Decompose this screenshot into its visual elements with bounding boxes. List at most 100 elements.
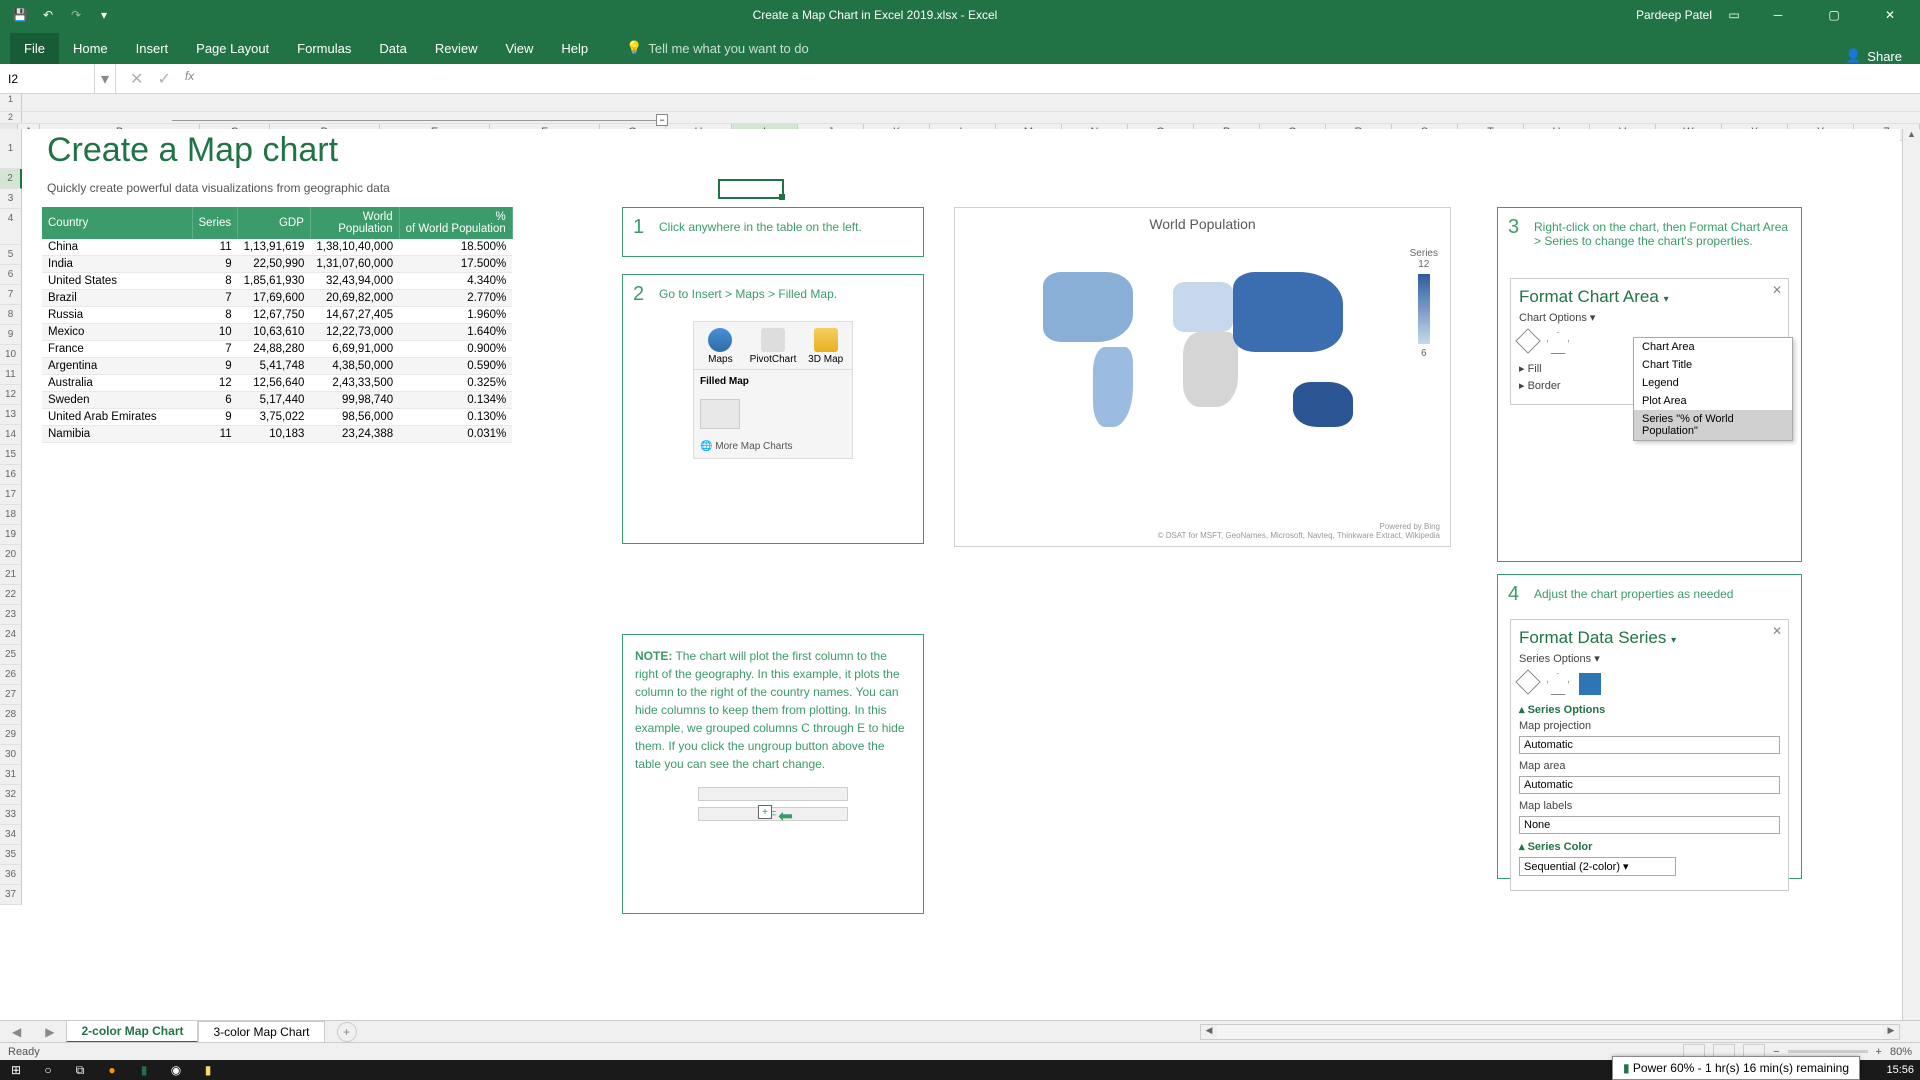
row-header-6[interactable]: 6 bbox=[0, 265, 22, 285]
row-header-36[interactable]: 36 bbox=[0, 865, 22, 885]
table-cell[interactable]: 7 bbox=[192, 341, 238, 358]
row-header-35[interactable]: 35 bbox=[0, 845, 22, 865]
row-header-13[interactable]: 13 bbox=[0, 405, 22, 425]
table-cell[interactable]: 0.130% bbox=[399, 409, 512, 426]
table-cell[interactable]: 10 bbox=[192, 324, 238, 341]
fx-icon[interactable]: fx bbox=[185, 69, 194, 89]
table-cell[interactable]: 10,183 bbox=[238, 426, 311, 443]
cancel-formula-icon[interactable]: ✕ bbox=[130, 69, 143, 89]
map-projection-select[interactable]: Automatic bbox=[1519, 736, 1780, 754]
table-row[interactable]: Sweden65,17,44099,98,7400.134% bbox=[42, 392, 512, 409]
dd-chart-title[interactable]: Chart Title bbox=[1634, 356, 1792, 374]
table-row[interactable]: Australia1212,56,6402,43,33,5000.325% bbox=[42, 375, 512, 392]
table-cell[interactable]: India bbox=[42, 256, 192, 273]
row-header-16[interactable]: 16 bbox=[0, 465, 22, 485]
tab-help[interactable]: Help bbox=[547, 33, 602, 64]
close-button[interactable]: ✕ bbox=[1868, 0, 1912, 29]
chrome-icon[interactable]: ◉ bbox=[166, 1062, 186, 1078]
row-header-29[interactable]: 29 bbox=[0, 725, 22, 745]
table-row[interactable]: Mexico1010,63,61012,22,73,0001.640% bbox=[42, 324, 512, 341]
table-cell[interactable]: 8 bbox=[192, 273, 238, 290]
table-cell[interactable]: 11 bbox=[192, 426, 238, 443]
series-effects-icon[interactable] bbox=[1547, 673, 1569, 695]
table-cell[interactable]: Australia bbox=[42, 375, 192, 392]
table-header[interactable]: WorldPopulation bbox=[310, 207, 399, 239]
map-labels-select[interactable]: None bbox=[1519, 816, 1780, 834]
table-cell[interactable]: 9 bbox=[192, 358, 238, 375]
undo-icon[interactable]: ↶ bbox=[38, 5, 58, 25]
table-cell[interactable]: 0.590% bbox=[399, 358, 512, 375]
table-cell[interactable]: 2.770% bbox=[399, 290, 512, 307]
table-cell[interactable]: 99,98,740 bbox=[310, 392, 399, 409]
row-header-28[interactable]: 28 bbox=[0, 705, 22, 725]
ribbon-options-icon[interactable]: ▭ bbox=[1724, 5, 1744, 25]
fill-line-icon[interactable] bbox=[1515, 328, 1540, 353]
format-area-close-icon[interactable]: ✕ bbox=[1772, 283, 1782, 297]
row-header-2[interactable]: 2 bbox=[0, 169, 22, 189]
row-header-8[interactable]: 8 bbox=[0, 305, 22, 325]
hscroll-left-icon[interactable]: ◀ bbox=[1201, 1025, 1217, 1039]
format-series-subtitle[interactable]: Series Options ▾ bbox=[1519, 652, 1780, 665]
tab-insert[interactable]: Insert bbox=[122, 33, 183, 64]
table-row[interactable]: Namibia1110,18323,24,3880.031% bbox=[42, 426, 512, 443]
tab-file[interactable]: File bbox=[10, 33, 59, 64]
row-header-23[interactable]: 23 bbox=[0, 605, 22, 625]
world-population-chart[interactable]: World Population Series 12 6 Powered by … bbox=[954, 207, 1451, 547]
sheet-nav-prev-icon[interactable]: ◀ bbox=[0, 1025, 33, 1039]
share-button[interactable]: 👤 Share bbox=[1845, 48, 1920, 64]
hscroll-right-icon[interactable]: ▶ bbox=[1883, 1025, 1899, 1039]
table-cell[interactable]: 0.134% bbox=[399, 392, 512, 409]
row-header-10[interactable]: 10 bbox=[0, 345, 22, 365]
sheet-nav-next-icon[interactable]: ▶ bbox=[33, 1025, 66, 1039]
table-cell[interactable]: 5,17,440 bbox=[238, 392, 311, 409]
table-cell[interactable]: 1,38,10,40,000 bbox=[310, 239, 399, 256]
table-row[interactable]: United States81,85,61,93032,43,94,0004.3… bbox=[42, 273, 512, 290]
row-header-12[interactable]: 12 bbox=[0, 385, 22, 405]
zoom-level[interactable]: 80% bbox=[1890, 1046, 1912, 1058]
table-cell[interactable]: 0.325% bbox=[399, 375, 512, 392]
table-cell[interactable]: Brazil bbox=[42, 290, 192, 307]
table-cell[interactable]: 22,50,990 bbox=[238, 256, 311, 273]
table-cell[interactable]: 1,13,91,619 bbox=[238, 239, 311, 256]
zoom-in-button[interactable]: + bbox=[1876, 1046, 1882, 1058]
table-cell[interactable]: 4.340% bbox=[399, 273, 512, 290]
row-header-25[interactable]: 25 bbox=[0, 645, 22, 665]
sheet-tab-3color[interactable]: 3-color Map Chart bbox=[198, 1021, 324, 1042]
table-cell[interactable]: Mexico bbox=[42, 324, 192, 341]
table-row[interactable]: China111,13,91,6191,38,10,40,00018.500% bbox=[42, 239, 512, 256]
table-header[interactable]: GDP bbox=[238, 207, 311, 239]
redo-icon[interactable]: ↷ bbox=[66, 5, 86, 25]
table-cell[interactable]: Namibia bbox=[42, 426, 192, 443]
series-color-select[interactable]: Sequential (2-color) ▾ bbox=[1519, 857, 1676, 876]
table-cell[interactable]: United States bbox=[42, 273, 192, 290]
scroll-up-icon[interactable]: ▲ bbox=[1903, 129, 1920, 145]
series-options-header[interactable]: ▴ Series Options bbox=[1519, 703, 1780, 716]
table-header[interactable]: Country bbox=[42, 207, 192, 239]
table-cell[interactable]: Sweden bbox=[42, 392, 192, 409]
table-cell[interactable]: 9 bbox=[192, 256, 238, 273]
formula-input[interactable] bbox=[208, 64, 1920, 93]
dd-chart-area[interactable]: Chart Area bbox=[1634, 338, 1792, 356]
explorer-icon[interactable]: ▮ bbox=[198, 1062, 218, 1078]
zoom-slider[interactable] bbox=[1788, 1050, 1868, 1053]
save-icon[interactable]: 💾 bbox=[10, 5, 30, 25]
row-header-20[interactable]: 20 bbox=[0, 545, 22, 565]
active-cell-indicator[interactable] bbox=[718, 179, 784, 199]
table-row[interactable]: United Arab Emirates93,75,02298,56,0000.… bbox=[42, 409, 512, 426]
format-series-close-icon[interactable]: ✕ bbox=[1772, 624, 1782, 638]
table-cell[interactable]: 32,43,94,000 bbox=[310, 273, 399, 290]
table-cell[interactable]: 2,43,33,500 bbox=[310, 375, 399, 392]
table-row[interactable]: Argentina95,41,7484,38,50,0000.590% bbox=[42, 358, 512, 375]
row-header-5[interactable]: 5 bbox=[0, 245, 22, 265]
row-header-19[interactable]: 19 bbox=[0, 525, 22, 545]
effects-icon[interactable] bbox=[1547, 332, 1569, 354]
row-header-33[interactable]: 33 bbox=[0, 805, 22, 825]
horizontal-scrollbar[interactable]: ◀ ▶ bbox=[1200, 1024, 1900, 1040]
row-header-37[interactable]: 37 bbox=[0, 885, 22, 905]
table-cell[interactable]: 24,88,280 bbox=[238, 341, 311, 358]
table-cell[interactable]: 3,75,022 bbox=[238, 409, 311, 426]
table-cell[interactable]: 6 bbox=[192, 392, 238, 409]
row-header-15[interactable]: 15 bbox=[0, 445, 22, 465]
row-header-30[interactable]: 30 bbox=[0, 745, 22, 765]
table-cell[interactable]: 10,63,610 bbox=[238, 324, 311, 341]
